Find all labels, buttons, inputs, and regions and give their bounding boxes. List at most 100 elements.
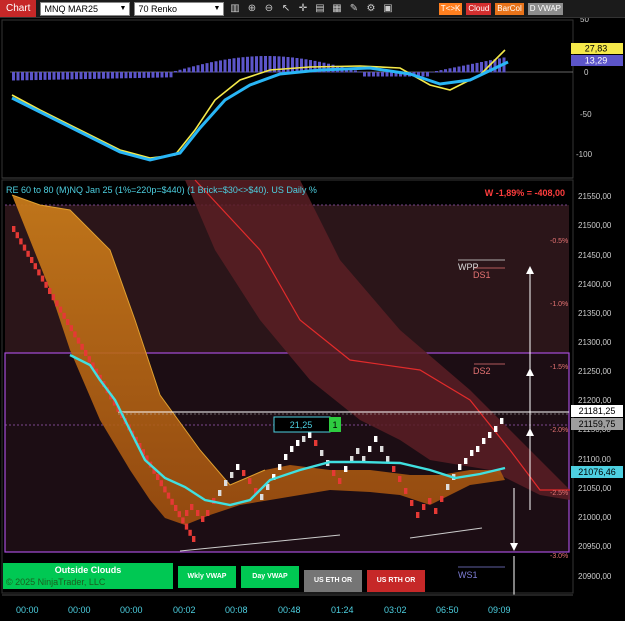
histogram-bar [219,60,222,72]
histogram-bar [39,72,42,80]
wkly-vwap-button[interactable]: Wkly VWAP [178,566,236,588]
histogram-bar [116,72,119,78]
renko-brick [314,440,317,446]
histogram-bar [48,72,51,80]
renko-brick [185,510,188,516]
histogram-bar [480,62,483,73]
measure-tooltip-value: 21,25 [290,420,313,430]
zoom-in-icon[interactable]: ⊕ [245,2,258,15]
chart-canvas[interactable]: 50 0 -50 -100 27,83 13,29 WPP DS1 DS2 WS… [0,18,625,621]
us-rth-or-button[interactable]: US RTH OR [367,570,425,592]
renko-brick [30,257,33,263]
renko-brick [188,530,191,536]
histogram-bar [210,62,213,72]
renko-brick [410,500,413,506]
renko-brick [398,476,401,482]
histogram-bar [156,72,159,78]
x-axis-label: 06:50 [436,605,459,615]
histogram-bar [120,72,123,78]
renko-brick [494,426,497,432]
crosshair-icon[interactable]: ✛ [296,2,309,15]
x-axis-label: 00:48 [278,605,301,615]
pointer-icon[interactable]: ↖ [279,2,292,15]
chart-tab[interactable]: Chart [0,0,36,17]
histogram-bar [291,57,294,72]
renko-brick [192,536,195,542]
histogram-bar [35,72,38,80]
badge-dvwap[interactable]: D VWAP [528,3,563,15]
x-axis-label: 01:24 [331,605,354,615]
data-box-icon[interactable]: ▦ [330,2,343,15]
price-axis-label: 21450,00 [578,251,612,260]
renko-brick [206,510,209,516]
drawing-tool-icon[interactable]: ✎ [347,2,360,15]
renko-brick [482,438,485,444]
renko-brick [278,464,281,470]
renko-brick [458,464,461,470]
renko-brick [290,446,293,452]
renko-brick [386,456,389,462]
renko-brick [52,294,55,300]
histogram-bar [107,72,110,79]
renko-brick [73,331,76,337]
histogram-bar [125,72,128,78]
chart-properties-icon[interactable]: ▤ [313,2,326,15]
histogram-bar [21,72,24,80]
histogram-bar [17,72,20,80]
renko-brick [37,269,40,275]
badge-barcol[interactable]: BarCol [495,3,523,15]
zoom-out-icon[interactable]: ⊖ [262,2,275,15]
chart-toolbar: Chart MNQ MAR25 ▼ 70 Renko ▼ ▥ ⊕ ⊖ ↖ ✛ ▤… [0,0,625,18]
histogram-bar [80,72,83,79]
renko-brick [242,470,245,476]
histogram-bar [111,72,114,79]
histogram-bar [471,64,474,73]
indicator-y-label: 50 [580,18,589,24]
us-eth-or-button[interactable]: US ETH OR [304,570,362,592]
ws1-label: WS1 [458,570,478,580]
renko-brick [160,480,163,486]
instrument-select[interactable]: MNQ MAR25 ▼ [40,2,130,16]
badge-tk[interactable]: T<>K [439,3,463,15]
histogram-bar [386,72,389,77]
histogram-bar [179,70,182,73]
strategy-icon[interactable]: ⚙ [364,2,377,15]
outside-clouds-button[interactable]: Outside Clouds © 2025 NinjaTrader, LLC [3,563,173,589]
price-axis-label: 21300,00 [578,338,612,347]
renko-brick [80,344,83,350]
renko-brick [44,282,47,288]
renko-brick [428,498,431,504]
renko-brick [178,511,181,517]
histogram-bar [165,72,168,77]
renko-brick [170,499,173,505]
renko-brick [332,470,335,476]
histogram-bar [224,60,227,73]
price-badge-gray-value: 21159,75 [579,419,616,429]
renko-brick [392,466,395,472]
bar-style-icon[interactable]: ▥ [228,2,241,15]
histogram-bar [255,56,258,72]
pct-label: -1.0% [550,301,568,308]
indicators-icon[interactable]: ▣ [381,2,394,15]
pct-label: -3.0% [550,553,568,560]
pct-label: -1.5% [550,364,568,371]
badge-cloud[interactable]: Cloud [466,3,491,15]
price-axis-label: 20900,00 [578,572,612,581]
histogram-bar [197,65,200,72]
bar-type-select[interactable]: 70 Renko ▼ [134,2,224,16]
price-axis-label: 21550,00 [578,192,612,201]
renko-brick [12,226,15,232]
histogram-bar [89,72,92,79]
renko-brick [77,338,80,344]
price-axis: 21550,00 21500,00 21450,00 21400,00 2135… [578,192,612,581]
x-axis-label: 00:08 [225,605,248,615]
renko-brick [500,418,503,424]
renko-brick [62,313,65,319]
histogram-bar [75,72,78,79]
price-axis-label: 21250,00 [578,367,612,376]
renko-brick [59,307,62,313]
day-vwap-button[interactable]: Day VWAP [241,566,299,588]
renko-brick [23,245,26,251]
histogram-bar [66,72,69,79]
renko-brick [55,300,58,306]
